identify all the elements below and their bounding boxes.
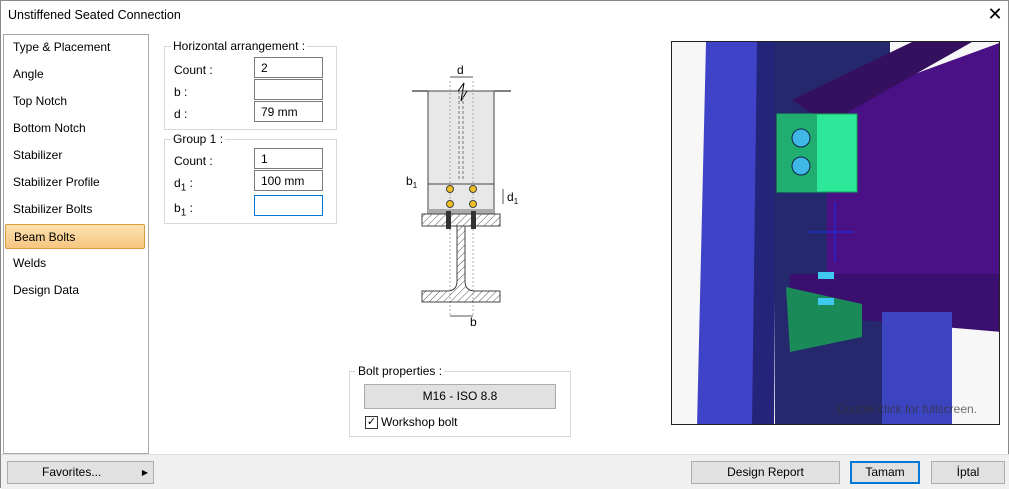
bolt-type-button[interactable]: M16 - ISO 8.8	[364, 384, 556, 409]
favorites-button[interactable]: Favorites... ▶	[7, 461, 154, 484]
horizontal-b-input[interactable]	[254, 79, 323, 100]
workshop-bolt-label: Workshop bolt	[381, 415, 458, 429]
d1-sub: 1	[180, 182, 187, 194]
group1-group: Group 1 : Count : d1 : b1 :	[164, 132, 337, 224]
sidebar-item-welds[interactable]: Welds	[5, 251, 145, 276]
cancel-button[interactable]: İptal	[931, 461, 1005, 484]
sidebar-item-angle[interactable]: Angle	[5, 62, 145, 87]
b1-label: b1 :	[174, 201, 193, 219]
b-label: b :	[174, 85, 188, 99]
fullscreen-hint: Double click for fullscreen.	[836, 402, 977, 416]
ok-button[interactable]: Tamam	[850, 461, 920, 484]
sidebar-item-type-placement[interactable]: Type & Placement	[5, 35, 145, 60]
bolt-properties-group: Bolt properties : M16 - ISO 8.8 ✓ Worksh…	[349, 364, 571, 437]
horizontal-d-input[interactable]	[254, 101, 323, 122]
dim-b: b	[470, 315, 477, 329]
group1-b1-input[interactable]	[254, 195, 323, 216]
d1-label-text: d	[174, 176, 181, 190]
dim-d1: d1	[507, 190, 519, 206]
sidebar-item-bottom-notch[interactable]: Bottom Notch	[5, 116, 145, 141]
d-label: d :	[174, 107, 188, 121]
count-label: Count :	[174, 63, 213, 77]
sidebar-item-top-notch[interactable]: Top Notch	[5, 89, 145, 114]
count-label: Count :	[174, 154, 213, 168]
dim-d: d	[457, 63, 464, 77]
window-title: Unstiffened Seated Connection	[8, 8, 181, 22]
checkbox-check-icon[interactable]: ✓	[365, 415, 378, 429]
3d-model-render	[672, 42, 999, 424]
chevron-right-icon: ▶	[141, 468, 148, 477]
horizontal-count-input[interactable]	[254, 57, 323, 78]
group1-count-input[interactable]	[254, 148, 323, 169]
dim-b1: b1	[406, 174, 418, 190]
sidebar-item-stabilizer[interactable]: Stabilizer	[5, 143, 145, 168]
b1-sub: 1	[180, 207, 187, 219]
d1-label: d1 :	[174, 176, 193, 194]
group1-d1-input[interactable]	[254, 170, 323, 191]
sidebar-item-beam-bolts[interactable]: Beam Bolts	[5, 224, 145, 249]
sidebar: Type & Placement Angle Top Notch Bottom …	[3, 34, 149, 454]
footer-bar: Favorites... ▶ Design Report Tamam İptal	[1, 454, 1009, 489]
favorites-label: Favorites...	[42, 465, 102, 479]
connection-diagram: d b1 d1 b	[406, 63, 519, 329]
3d-preview[interactable]: Double click for fullscreen.	[671, 41, 1000, 425]
group-title: Bolt properties :	[356, 364, 445, 378]
group-title: Group 1 :	[171, 132, 226, 146]
workshop-bolt-checkbox[interactable]: ✓ Workshop bolt	[365, 415, 457, 429]
group-title: Horizontal arrangement :	[171, 39, 308, 53]
horizontal-arrangement-group: Horizontal arrangement : Count : b : d :	[164, 39, 337, 130]
sidebar-item-stabilizer-bolts[interactable]: Stabilizer Bolts	[5, 197, 145, 222]
design-report-button[interactable]: Design Report	[691, 461, 840, 484]
b1-label-text: b	[174, 201, 181, 215]
sidebar-item-design-data[interactable]: Design Data	[5, 278, 145, 303]
sidebar-item-stabilizer-profile[interactable]: Stabilizer Profile	[5, 170, 145, 195]
close-icon[interactable]: ✕	[985, 4, 1005, 25]
